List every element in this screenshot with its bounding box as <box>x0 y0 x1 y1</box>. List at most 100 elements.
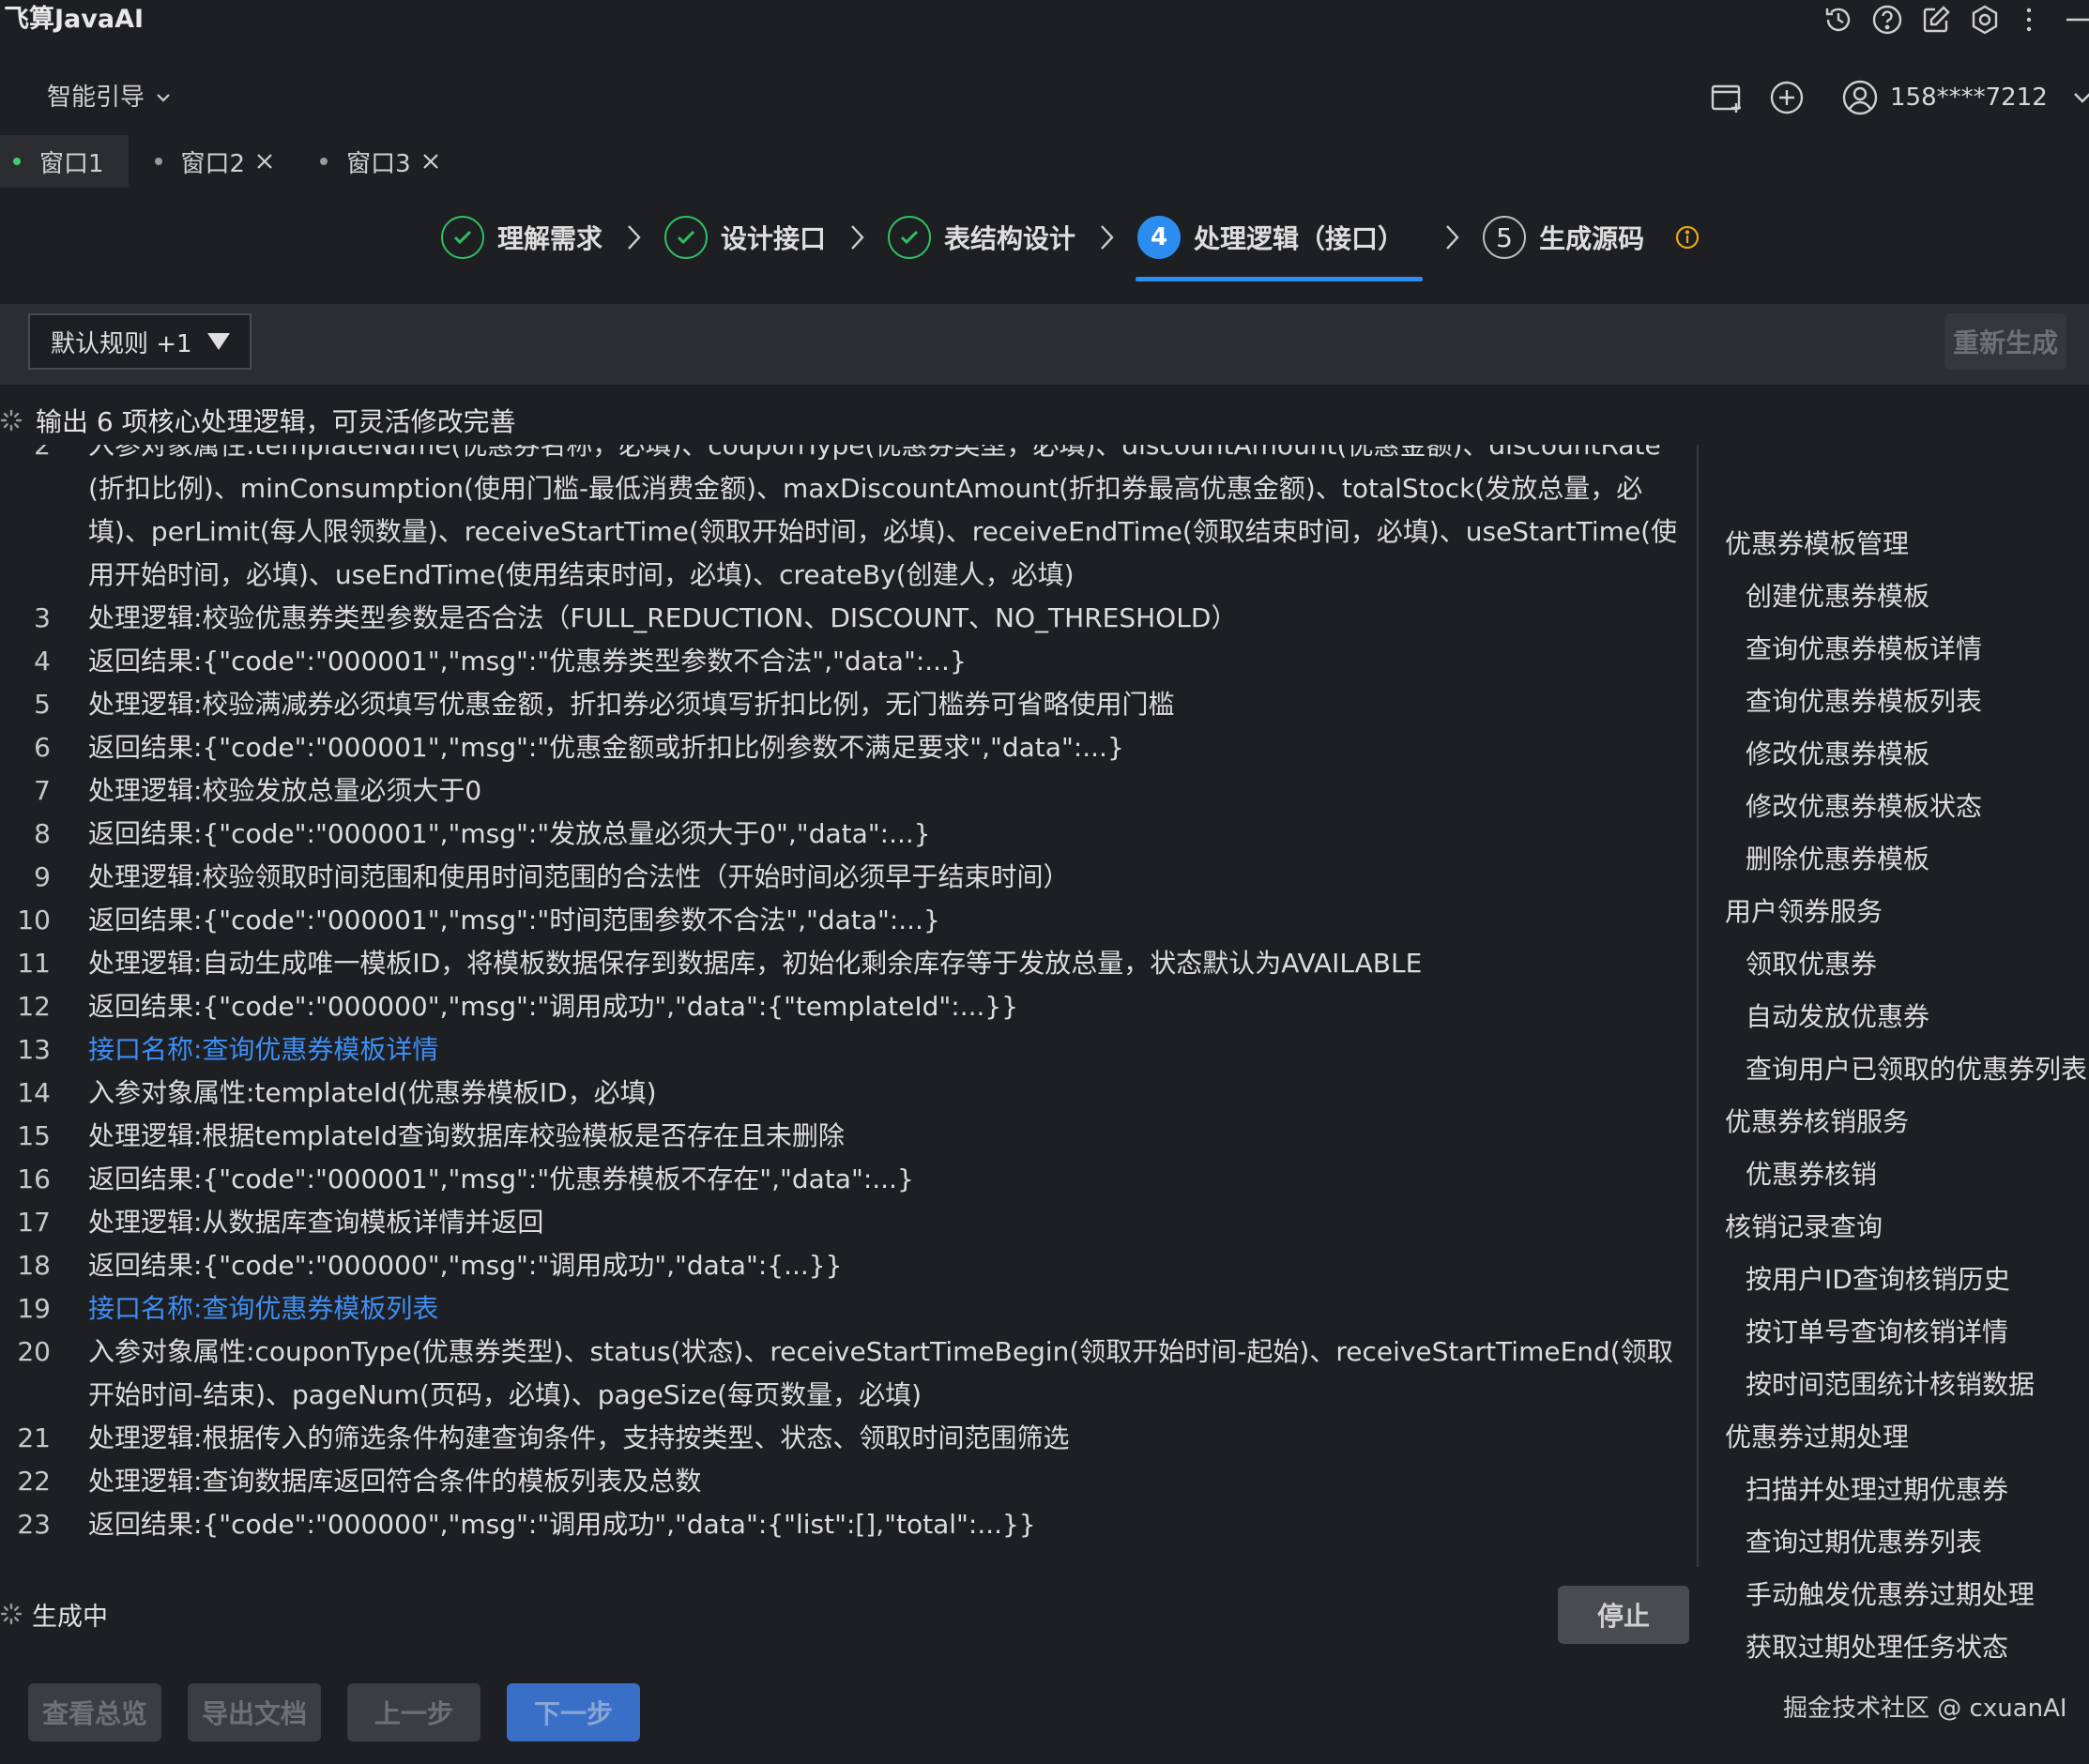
interface-name-link[interactable]: 接口名称:查询优惠券模板详情 <box>88 1028 1689 1072</box>
outline-item[interactable]: 查询过期优惠券列表 <box>1746 1524 1982 1561</box>
line-number: 7 <box>34 775 51 806</box>
step-generate-source[interactable]: 5 生成源码 <box>1483 208 1644 266</box>
code-line[interactable]: 9 处理逻辑:校验领取时间范围和使用时间范围的合法性（开始时间必须早于结束时间） <box>0 856 1699 899</box>
view-overview-button[interactable]: 查看总览 <box>28 1683 161 1741</box>
step-design-interface[interactable]: 设计接口 <box>664 208 826 266</box>
code-line[interactable]: 17 处理逻辑:从数据库查询模板详情并返回 <box>0 1201 1699 1244</box>
outline-item[interactable]: 查询优惠券模板详情 <box>1746 631 1982 668</box>
add-icon[interactable] <box>1768 79 1806 116</box>
line-number: 10 <box>17 905 51 935</box>
outline-group[interactable]: 优惠券过期处理 <box>1725 1419 1909 1456</box>
generating-label: 生成中 <box>32 1602 108 1632</box>
next-step-button[interactable]: 下一步 <box>507 1683 640 1741</box>
output-message: 输出 6 项核心处理逻辑，可灵活修改完善 <box>36 406 516 437</box>
code-line[interactable]: 7 处理逻辑:校验发放总量必须大于0 <box>0 769 1699 813</box>
minimize-icon[interactable] <box>2061 4 2089 36</box>
outline-item[interactable]: 获取过期处理任务状态 <box>1746 1629 2008 1666</box>
logic-editor[interactable]: 2 入参对象属性:templateName(优惠券名称，必填)、couponTyp… <box>0 445 1699 1567</box>
outline-item[interactable]: 修改优惠券模板状态 <box>1746 788 1982 826</box>
line-number: 6 <box>34 732 51 763</box>
generating-status: 生成中 <box>0 1595 108 1633</box>
tab-window-1[interactable]: 窗口1 <box>0 135 129 188</box>
code-line[interactable]: 21 处理逻辑:根据传入的筛选条件构建查询条件，支持按类型、状态、领取时间范围筛选 <box>0 1417 1699 1460</box>
toolbar-band <box>0 304 2089 385</box>
help-icon[interactable] <box>1871 4 1903 36</box>
outline-item[interactable]: 查询优惠券模板列表 <box>1746 683 1982 721</box>
chevron-right-icon <box>1101 225 1114 250</box>
line-number: 22 <box>17 1466 51 1497</box>
outline-item[interactable]: 按用户ID查询核销历史 <box>1746 1261 2010 1299</box>
outline-item[interactable]: 创建优惠券模板 <box>1746 578 1929 616</box>
line-number: 19 <box>17 1293 51 1324</box>
code-line[interactable]: 3 处理逻辑:校验优惠券类型参数是否合法（FULL_REDUCTION、DISCO… <box>0 597 1699 640</box>
settings-icon[interactable] <box>1969 4 2001 36</box>
user-menu[interactable]: 158****7212 <box>1841 79 2089 116</box>
code-line[interactable]: 11 处理逻辑:自动生成唯一模板ID，将模板数据保存到数据库，初始化剩余库存等于发… <box>0 942 1699 985</box>
line-number: 4 <box>34 646 51 677</box>
outline-group[interactable]: 用户领券服务 <box>1725 893 1883 931</box>
code-line[interactable]: 10 返回结果:{"code":"000001","msg":"时间范围参数不合法… <box>0 899 1699 942</box>
tab-window-3[interactable]: 窗口3 <box>297 135 464 188</box>
line-text: 入参对象属性:couponType(优惠券类型)、status(状态)、rece… <box>88 1336 1673 1410</box>
code-line[interactable]: 22 处理逻辑:查询数据库返回符合条件的模板列表及总数 <box>0 1460 1699 1503</box>
code-line[interactable]: 20 入参对象属性:couponType(优惠券类型)、status(状态)、re… <box>0 1331 1699 1417</box>
line-text: 返回结果:{"code":"000001","msg":"优惠券模板不存在","… <box>88 1163 914 1194</box>
step-label: 理解需求 <box>497 223 603 254</box>
code-line[interactable]: 8 返回结果:{"code":"000001","msg":"发放总量必须大于0"… <box>0 813 1699 856</box>
code-line[interactable]: 13 接口名称:查询优惠券模板详情 <box>0 1028 1699 1072</box>
code-line[interactable]: 12 返回结果:{"code":"000000","msg":"调用成功","da… <box>0 985 1699 1028</box>
outline-item[interactable]: 按订单号查询核销详情 <box>1746 1314 2008 1351</box>
outline-item[interactable]: 扫描并处理过期优惠券 <box>1746 1471 2008 1509</box>
outline-group[interactable]: 核销记录查询 <box>1725 1209 1883 1246</box>
rule-select[interactable]: 默认规则 +1 <box>28 313 252 370</box>
step-processing-logic[interactable]: 4 处理逻辑（接口） <box>1136 208 1424 281</box>
smart-guide-dropdown[interactable]: 智能引导 <box>47 79 173 116</box>
close-icon[interactable] <box>254 151 275 172</box>
step-table-design[interactable]: 表结构设计 <box>888 208 1075 266</box>
outline-item[interactable]: 查询用户已领取的优惠券列表 <box>1746 1051 2087 1088</box>
outline-item[interactable]: 优惠券核销 <box>1746 1156 1877 1194</box>
user-phone: 158****7212 <box>1890 84 2048 112</box>
info-icon[interactable] <box>1674 224 1700 251</box>
code-line[interactable]: 5 处理逻辑:校验满减券必须填写优惠金额，折扣券必须填写折扣比例，无门槛券可省略使… <box>0 683 1699 726</box>
stop-button[interactable]: 停止 <box>1558 1586 1689 1644</box>
previous-step-button[interactable]: 上一步 <box>347 1683 480 1741</box>
tab-window-2[interactable]: 窗口2 <box>129 135 298 188</box>
regenerate-button[interactable]: 重新生成 <box>1944 313 2066 370</box>
active-dot-icon <box>13 158 21 165</box>
new-window-icon[interactable] <box>1708 79 1746 116</box>
outline-item[interactable]: 按时间范围统计核销数据 <box>1746 1366 2035 1404</box>
outline-item[interactable]: 领取优惠券 <box>1746 946 1877 983</box>
export-document-button[interactable]: 导出文档 <box>188 1683 321 1741</box>
more-icon[interactable] <box>2020 4 2038 36</box>
outline-item[interactable]: 修改优惠券模板 <box>1746 736 1929 773</box>
outline-item[interactable]: 手动触发优惠券过期处理 <box>1746 1576 2035 1614</box>
history-icon[interactable] <box>1822 4 1854 36</box>
close-icon[interactable] <box>420 151 441 172</box>
step-label: 生成源码 <box>1539 223 1645 254</box>
code-line[interactable]: 15 处理逻辑:根据templateId查询数据库校验模板是否存在且未删除 <box>0 1115 1699 1158</box>
code-line[interactable]: 6 返回结果:{"code":"000001","msg":"优惠金额或折扣比例参… <box>0 726 1699 769</box>
rule-select-value: 默认规则 +1 <box>51 329 192 358</box>
edit-icon[interactable] <box>1920 4 1952 36</box>
interface-name-link[interactable]: 接口名称:查询优惠券模板列表 <box>88 1287 1689 1331</box>
code-line[interactable]: 23 返回结果:{"code":"000000","msg":"调用成功","da… <box>0 1503 1699 1546</box>
line-number: 18 <box>17 1250 51 1281</box>
step-understand-requirements[interactable]: 理解需求 <box>441 208 602 266</box>
editor-divider <box>1697 445 1699 1567</box>
outline-item[interactable]: 自动发放优惠券 <box>1746 998 1929 1036</box>
outline-group[interactable]: 优惠券核销服务 <box>1725 1103 1909 1141</box>
line-text: 处理逻辑:校验优惠券类型参数是否合法（FULL_REDUCTION、DISCOU… <box>88 602 1238 633</box>
line-text: 处理逻辑:查询数据库返回符合条件的模板列表及总数 <box>88 1466 702 1497</box>
line-text: 处理逻辑:根据templateId查询数据库校验模板是否存在且未删除 <box>88 1120 845 1151</box>
code-line[interactable]: 18 返回结果:{"code":"000000","msg":"调用成功","da… <box>0 1244 1699 1287</box>
line-number: 2 <box>34 445 51 461</box>
code-line[interactable]: 4 返回结果:{"code":"000001","msg":"优惠券类型参数不合法… <box>0 640 1699 683</box>
outline-group[interactable]: 优惠券模板管理 <box>1725 525 1909 563</box>
outline-item[interactable]: 删除优惠券模板 <box>1746 841 1929 878</box>
code-line[interactable]: 2 入参对象属性:templateName(优惠券名称，必填)、couponTyp… <box>0 445 1699 597</box>
line-number: 15 <box>17 1120 51 1151</box>
code-line[interactable]: 19 接口名称:查询优惠券模板列表 <box>0 1287 1699 1331</box>
code-line[interactable]: 14 入参对象属性:templateId(优惠券模板ID，必填) <box>0 1072 1699 1115</box>
code-line[interactable]: 16 返回结果:{"code":"000001","msg":"优惠券模板不存在"… <box>0 1158 1699 1201</box>
